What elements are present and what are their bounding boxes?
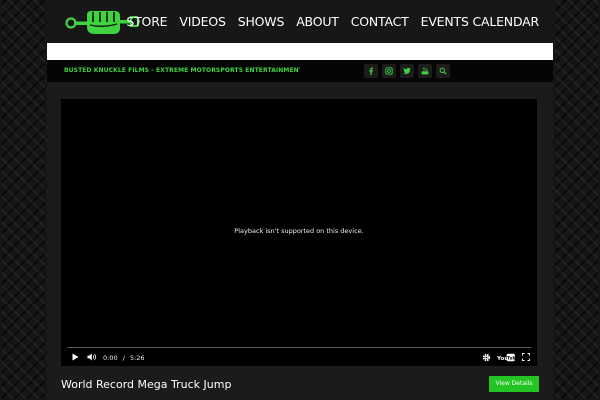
fullscreen-icon[interactable] [522,353,530,361]
main-content: Playback isn't supported on this device.… [47,82,553,400]
site-header: STORE VIDEOS SHOWS ABOUT CONTACT EVENTS … [47,0,553,43]
video-progress-bar[interactable] [67,347,531,348]
nav-about[interactable]: ABOUT [296,14,339,29]
search-button[interactable] [436,64,450,78]
volume-icon[interactable] [87,353,97,361]
youtube-icon [421,67,429,75]
video-time: 0:00 / 5:26 [103,354,145,362]
video-player[interactable]: Playback isn't supported on this device.… [61,99,537,366]
nav-events-calendar[interactable]: EVENTS CALENDAR [421,14,540,29]
view-details-button[interactable]: View Details [489,376,539,392]
video-title: World Record Mega Truck Jump [61,378,232,391]
instagram-button[interactable] [382,64,396,78]
duration: 5:26 [129,354,145,362]
settings-gear-icon[interactable] [482,353,491,362]
video-controls: 0:00 / 5:26 YouTube [61,350,537,366]
playback-message: Playback isn't supported on this device. [234,227,364,235]
time-separator: / [122,354,125,362]
banner-strip [47,43,553,60]
nav-store[interactable]: STORE [126,14,167,29]
ticker-text: BUSTED KNUCKLE FILMS - EXTREME MOTORSPOR… [64,67,300,74]
facebook-button[interactable] [364,64,378,78]
svg-text:Tube: Tube [507,356,515,361]
nav-shows[interactable]: SHOWS [238,14,285,29]
play-icon[interactable] [72,353,79,361]
youtube-logo-icon[interactable]: YouTube [497,353,515,362]
nav-videos[interactable]: VIDEOS [179,14,226,29]
page-wrapper: STORE VIDEOS SHOWS ABOUT CONTACT EVENTS … [47,0,553,400]
twitter-icon [403,67,411,74]
facebook-icon [369,67,373,75]
main-nav: STORE VIDEOS SHOWS ABOUT CONTACT EVENTS … [114,14,539,29]
twitter-button[interactable] [400,64,414,78]
current-time: 0:00 [103,354,118,362]
ticker-bar: BUSTED KNUCKLE FILMS - EXTREME MOTORSPOR… [47,60,553,82]
instagram-icon [385,67,393,75]
search-icon [439,67,447,75]
social-links [364,64,454,78]
nav-contact[interactable]: CONTACT [351,14,409,29]
youtube-button[interactable] [418,64,432,78]
